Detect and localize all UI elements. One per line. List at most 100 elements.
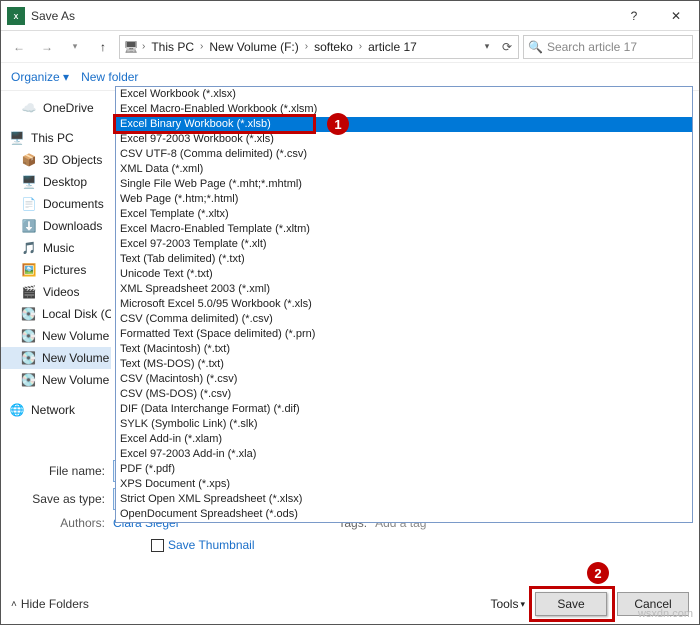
filetype-option[interactable]: PDF (*.pdf) — [116, 462, 692, 477]
back-button[interactable]: ← — [7, 35, 31, 59]
organize-button[interactable]: Organize ▾ — [11, 70, 69, 84]
window-title: Save As — [31, 9, 613, 23]
saveastype-label: Save as type: — [13, 492, 113, 506]
disk-icon: 💽 — [21, 350, 36, 366]
doc-icon: 📄 — [21, 196, 37, 212]
sidebar-label: Network — [31, 403, 75, 417]
filetype-dropdown[interactable]: Excel Workbook (*.xlsx) Excel Macro-Enabl… — [115, 86, 693, 523]
filetype-option[interactable]: CSV UTF-8 (Comma delimited) (*.csv) — [116, 147, 692, 162]
close-button[interactable]: ✕ — [655, 2, 697, 30]
sidebar-label: Pictures — [43, 263, 86, 277]
pc-icon: 🖥️ — [9, 130, 25, 146]
sidebar-label: Desktop — [43, 175, 87, 189]
filetype-option[interactable]: Excel Macro-Enabled Template (*.xltm) — [116, 222, 692, 237]
sidebar-item-desktop[interactable]: 🖥️ Desktop — [1, 171, 111, 193]
search-placeholder: Search article 17 — [547, 40, 637, 54]
filetype-option[interactable]: Web Page (*.htm;*.html) — [116, 192, 692, 207]
sidebar-label: New Volume (D:) — [42, 329, 111, 343]
pc-icon: 🖥 — [122, 40, 140, 54]
filetype-option[interactable]: Microsoft Excel 5.0/95 Workbook (*.xls) — [116, 297, 692, 312]
sidebar-label: Local Disk (C:) — [42, 307, 111, 321]
breadcrumb-seg[interactable]: softeko — [310, 40, 357, 54]
breadcrumb-seg[interactable]: This PC — [147, 40, 198, 54]
filetype-option[interactable]: CSV (Macintosh) (*.csv) — [116, 372, 692, 387]
sidebar-label: Downloads — [43, 219, 102, 233]
authors-label: Authors: — [13, 516, 113, 530]
filetype-option[interactable]: Text (Tab delimited) (*.txt) — [116, 252, 692, 267]
filetype-option[interactable]: Formatted Text (Space delimited) (*.prn) — [116, 327, 692, 342]
filetype-option[interactable]: SYLK (Symbolic Link) (*.slk) — [116, 417, 692, 432]
forward-button[interactable]: → — [35, 35, 59, 59]
pic-icon: 🖼️ — [21, 262, 37, 278]
save-thumbnail-checkbox[interactable]: Save Thumbnail — [151, 538, 687, 552]
dl-icon: ⬇️ — [21, 218, 37, 234]
checkbox-icon[interactable] — [151, 539, 164, 552]
filetype-option[interactable]: Text (MS-DOS) (*.txt) — [116, 357, 692, 372]
highlight-1 — [113, 114, 316, 134]
filetype-option[interactable]: Excel 97-2003 Template (*.xlt) — [116, 237, 692, 252]
filetype-option[interactable]: Excel Add-in (*.xlam) — [116, 432, 692, 447]
sidebar-item-documents[interactable]: 📄 Documents — [1, 193, 111, 215]
search-input[interactable]: 🔍 Search article 17 — [523, 35, 693, 59]
sidebar-item-pictures[interactable]: 🖼️ Pictures — [1, 259, 111, 281]
hide-folders-button[interactable]: ˄ Hide Folders — [11, 597, 89, 611]
filetype-option[interactable]: CSV (MS-DOS) (*.csv) — [116, 387, 692, 402]
up-button[interactable]: ↑ — [91, 35, 115, 59]
svg-text:X: X — [14, 13, 19, 20]
sidebar-label: Documents — [43, 197, 104, 211]
sidebar-label: New Volume (F:) — [42, 373, 111, 387]
filetype-option[interactable]: Strict Open XML Spreadsheet (*.xlsx) — [116, 492, 692, 507]
breadcrumb-dropdown[interactable]: ▾ — [478, 41, 496, 52]
filetype-option[interactable]: CSV (Comma delimited) (*.csv) — [116, 312, 692, 327]
breadcrumb-seg[interactable]: article 17 — [364, 40, 421, 54]
sidebar-label: OneDrive — [43, 101, 94, 115]
filetype-option[interactable]: Excel 97-2003 Add-in (*.xla) — [116, 447, 692, 462]
sidebar-item-local-disk-c-[interactable]: 💽 Local Disk (C:) — [1, 303, 111, 325]
tools-button[interactable]: Tools ▾ — [490, 597, 525, 611]
sidebar-label: Videos — [43, 285, 79, 299]
sidebar-item-new-volume-e-[interactable]: 💽 New Volume (E:) — [1, 347, 111, 369]
vid-icon: 🎬 — [21, 284, 37, 300]
sidebar-item-3d-objects[interactable]: 📦 3D Objects — [1, 149, 111, 171]
callout-1: 1 — [327, 113, 349, 135]
filetype-option[interactable]: Unicode Text (*.txt) — [116, 267, 692, 282]
breadcrumb[interactable]: 🖥 › This PC › New Volume (F:) › softeko … — [119, 35, 519, 59]
callout-2: 2 — [587, 562, 609, 584]
sidebar-label: Music — [43, 241, 74, 255]
cloud-icon: ☁️ — [21, 100, 37, 116]
filetype-option[interactable]: Single File Web Page (*.mht;*.mhtml) — [116, 177, 692, 192]
filetype-option[interactable]: Excel Template (*.xltx) — [116, 207, 692, 222]
filetype-option[interactable]: Text (Macintosh) (*.txt) — [116, 342, 692, 357]
filetype-option[interactable]: OpenDocument Spreadsheet (*.ods) — [116, 507, 692, 522]
filetype-option[interactable]: XPS Document (*.xps) — [116, 477, 692, 492]
sidebar-label: New Volume (E:) — [42, 351, 111, 365]
sidebar-item-onedrive[interactable]: ☁️ OneDrive — [1, 97, 111, 119]
filetype-option[interactable]: XML Data (*.xml) — [116, 162, 692, 177]
sidebar-item-network[interactable]: 🌐Network — [1, 399, 111, 421]
sidebar-item-this-pc[interactable]: 🖥️ This PC — [1, 127, 111, 149]
recent-chevron[interactable]: ▾ — [63, 35, 87, 59]
disk-icon: 💽 — [21, 306, 36, 322]
filename-label: File name: — [13, 464, 113, 478]
help-button[interactable]: ? — [613, 2, 655, 30]
sidebar-item-new-volume-d-[interactable]: 💽New Volume (D:) — [1, 325, 111, 347]
chevron-up-icon: ˄ — [11, 599, 17, 610]
mus-icon: 🎵 — [21, 240, 37, 256]
refresh-button[interactable]: ⟳ — [498, 40, 516, 54]
disk-icon: 💽 — [21, 372, 36, 388]
filetype-option[interactable]: Excel Workbook (*.xlsx) — [116, 87, 692, 102]
breadcrumb-seg[interactable]: New Volume (F:) — [205, 40, 302, 54]
sidebar-item-music[interactable]: 🎵 Music — [1, 237, 111, 259]
filetype-option[interactable]: DIF (Data Interchange Format) (*.dif) — [116, 402, 692, 417]
new-folder-button[interactable]: New folder — [81, 70, 138, 84]
filetype-option[interactable]: XML Spreadsheet 2003 (*.xml) — [116, 282, 692, 297]
filetype-option[interactable]: Excel 97-2003 Workbook (*.xls) — [116, 132, 692, 147]
highlight-2 — [529, 586, 615, 622]
sidebar-label: This PC — [31, 131, 74, 145]
3d-icon: 📦 — [21, 152, 37, 168]
sidebar-item-downloads[interactable]: ⬇️ Downloads — [1, 215, 111, 237]
sidebar-item-videos[interactable]: 🎬 Videos — [1, 281, 111, 303]
sidebar-item-new-volume-f-[interactable]: 💽 New Volume (F:) — [1, 369, 111, 391]
sidebar-label: 3D Objects — [43, 153, 102, 167]
desk-icon: 🖥️ — [21, 174, 37, 190]
